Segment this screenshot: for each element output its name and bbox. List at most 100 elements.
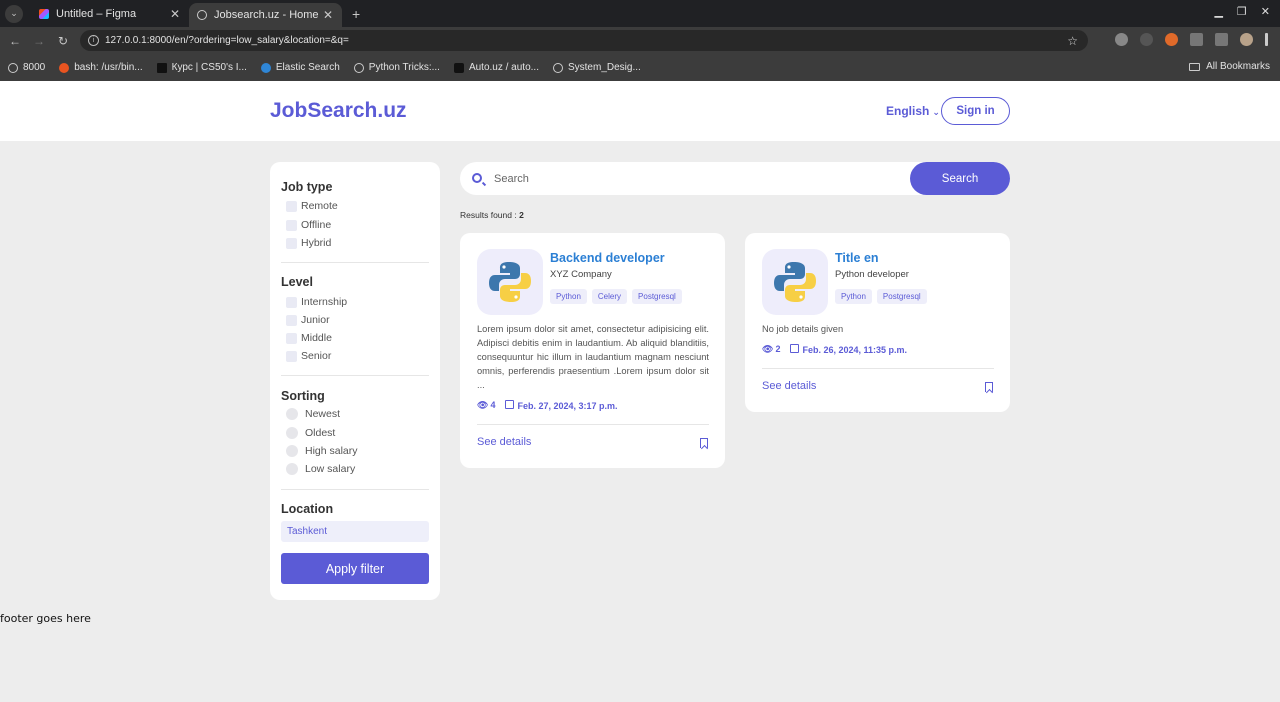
puzzle-icon[interactable] [1190,33,1203,46]
location-input[interactable]: Tashkent [281,521,429,542]
bookmark-item[interactable]: Auto.uz / auto... [453,62,539,73]
job-title[interactable]: Backend developer [550,251,665,265]
tag: Postgresql [876,289,927,304]
sidepanel-icon[interactable] [1215,33,1228,46]
checkbox[interactable] [286,350,297,362]
browser-tab-figma[interactable]: Untitled – Figma ✕ [31,0,189,27]
star-icon[interactable]: ☆ [1067,34,1078,48]
reload-icon[interactable]: ↻ [51,34,75,48]
bookmark-item[interactable]: System_Desig... [552,62,641,73]
checkbox[interactable] [286,200,297,212]
sign-in-button[interactable]: Sign in [941,97,1010,125]
sort-low-salary[interactable]: Low salary [286,463,355,475]
python-logo-icon [477,249,543,315]
bookmark-icon[interactable] [700,438,708,448]
new-tab-icon[interactable]: + [352,6,360,22]
radio[interactable] [286,427,298,439]
search-input[interactable] [494,169,894,188]
checkbox[interactable] [286,237,297,249]
extension-icons [1115,33,1268,46]
checkbox[interactable] [286,219,297,231]
bookmark-item[interactable]: Курс | CS50's I... [156,62,247,73]
location-title: Location [281,502,334,516]
divider [281,489,429,490]
radio[interactable] [286,463,298,475]
sort-oldest[interactable]: Oldest [286,427,335,439]
bookmark-item[interactable]: 8000 [8,62,45,73]
job-meta: 👁 4 Feb. 27, 2024, 3:17 p.m. [477,400,618,411]
tag: Python [550,289,587,304]
globe-icon [552,62,563,73]
calendar-icon [790,344,800,353]
calendar-icon [505,400,515,409]
tab-search-icon[interactable]: ⌄ [5,4,23,23]
filter-middle[interactable]: Middle [286,332,332,344]
apply-filter-button[interactable]: Apply filter [281,553,429,584]
site-header: JobSearch.uz English ⌄ Sign in [0,81,1280,141]
filter-junior[interactable]: Junior [286,314,330,326]
close-icon[interactable]: ✕ [170,7,180,21]
url-text[interactable]: 127.0.0.1:8000/en/?ordering=low_salary&l… [105,35,349,46]
sort-high-salary[interactable]: High salary [286,445,358,457]
see-details-link[interactable]: See details [762,380,816,392]
footer-text: footer goes here [0,612,91,625]
filter-remote[interactable]: Remote [286,200,338,212]
globe-icon [353,62,364,73]
checkbox[interactable] [286,314,297,326]
site-logo[interactable]: JobSearch.uz [270,99,407,123]
bookmark-item[interactable]: Elastic Search [260,62,340,73]
search-bar: Search [460,162,1010,195]
tag: Celery [591,289,628,304]
profile-avatar[interactable] [1240,33,1253,46]
tag-list: Python Celery Postgresql [550,289,682,304]
job-card: Backend developer XYZ Company Python Cel… [460,233,725,468]
forward-icon[interactable]: → [27,34,51,48]
browser-tab-jobsearch[interactable]: Jobsearch.uz - Home ✕ [189,3,342,27]
bookmark-icon[interactable] [985,382,993,392]
maximize-icon[interactable]: ❐ [1237,5,1247,18]
radio[interactable] [286,445,298,457]
checkbox[interactable] [286,296,297,308]
menu-icon[interactable] [1265,33,1268,46]
close-icon[interactable]: ✕ [323,8,333,22]
tag-list: Python Postgresql [835,289,927,304]
python-logo-icon [762,249,828,315]
back-icon[interactable]: ← [3,34,27,48]
askubuntu-icon [59,62,70,73]
job-type-title: Job type [281,180,333,194]
sort-newest[interactable]: Newest [286,408,340,420]
close-window-icon[interactable]: ✕ [1261,5,1270,18]
browser-tabbar: ⌄ Untitled – Figma ✕ Jobsearch.uz - Home… [0,0,1280,27]
elastic-icon [260,62,271,73]
bookmark-item[interactable]: bash: /usr/bin... [59,62,143,73]
search-icon [472,173,482,183]
radio[interactable] [286,408,298,420]
window-controls: ▁ ❐ ✕ [1214,5,1270,18]
address-bar: ← → ↻ i 127.0.0.1:8000/en/?ordering=low_… [0,27,1280,54]
view-count: 2 [775,344,781,354]
see-details-link[interactable]: See details [477,436,531,448]
sorting-title: Sorting [281,389,325,403]
job-description: No job details given [762,324,844,334]
globe-icon [197,10,207,20]
extension-icon[interactable] [1115,33,1128,46]
language-selector[interactable]: English ⌄ [886,104,940,118]
extension-icon[interactable] [1165,33,1178,46]
bookmark-item[interactable]: Python Tricks:... [353,62,440,73]
company-name: Python developer [835,269,909,280]
filter-internship[interactable]: Internship [286,296,347,308]
search-button[interactable]: Search [910,162,1010,195]
minimize-icon[interactable]: ▁ [1214,5,1222,18]
extension-icon[interactable] [1140,33,1153,46]
filter-hybrid[interactable]: Hybrid [286,237,331,249]
job-title[interactable]: Title en [835,251,879,265]
omnibox[interactable]: i 127.0.0.1:8000/en/?ordering=low_salary… [80,30,1088,51]
filter-senior[interactable]: Senior [286,350,331,362]
job-meta: 👁 2 Feb. 26, 2024, 11:35 p.m. [762,344,907,355]
job-description: Lorem ipsum dolor sit amet, consectetur … [477,324,709,390]
eye-icon: 👁 [762,344,774,354]
filter-offline[interactable]: Offline [286,219,331,231]
checkbox[interactable] [286,332,297,344]
all-bookmarks[interactable]: All Bookmarks [1189,61,1270,72]
site-info-icon[interactable]: i [88,35,99,46]
